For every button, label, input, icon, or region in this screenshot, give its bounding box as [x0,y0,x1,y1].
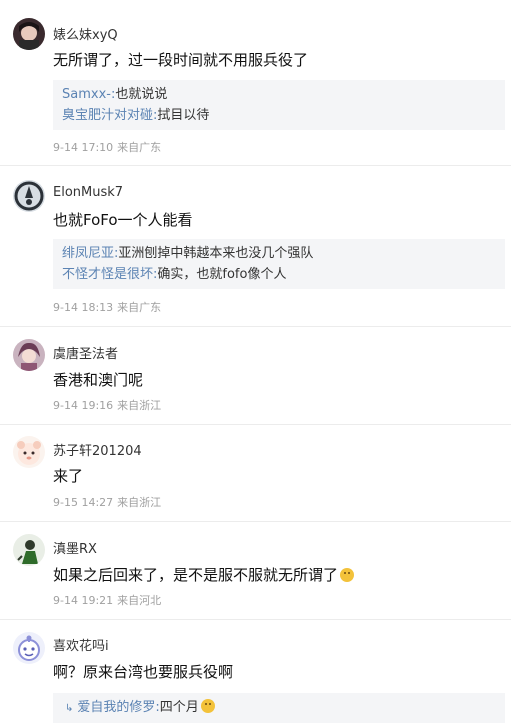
comment-meta: 9-14 17:10 来自广东 [53,139,165,155]
comment-location: 来自浙江 [117,496,162,509]
avatar-person-green-icon [13,534,45,566]
reply-author[interactable]: Samxx- [62,87,111,102]
username[interactable]: ElonMusk7 [53,185,123,200]
reply-author[interactable]: 绯凤尼亚 [62,246,114,261]
reply-text: 四个月 [159,700,199,715]
comment-meta: 9-15 14:27 来自浙江 [53,494,165,510]
avatar[interactable] [13,180,45,212]
divider [0,326,511,327]
username[interactable]: 苏子轩201204 [53,440,142,459]
comment-meta: 9-14 18:13 来自广东 [53,299,165,315]
comment-date: 9-14 17:10 [53,141,114,154]
comment-text-body: 如果之后回来了，是不是服不服就无所谓了 [53,566,339,584]
divider [0,521,511,522]
reply-list[interactable]: ↳ 爱自我的修罗:四个月 [53,693,505,723]
comment-date: 9-14 19:21 [53,594,114,607]
avatar-anime-girl-icon [13,339,45,371]
comment-text: 来了 [53,467,84,485]
username[interactable]: 婊么妹xyQ [53,24,118,43]
comment-date: 9-15 14:27 [53,496,114,509]
avatar[interactable] [13,18,45,50]
comment-text: 无所谓了，过一段时间就不用服兵役了 [53,51,309,69]
reply-text: 也就说说 [115,87,168,102]
reply-arrow-icon: ↳ [65,703,74,714]
reply-item[interactable]: 臭宝肥汁对对碰:拭目以待 [62,105,505,126]
reply-author[interactable]: 臭宝肥汁对对碰 [62,108,153,123]
avatar-person-icon [13,180,45,212]
username[interactable]: 滇墨RX [53,538,97,557]
comment-date: 9-14 19:16 [53,399,114,412]
comment-location: 来自浙江 [117,399,162,412]
grin-emoji-icon [340,568,355,582]
username[interactable]: 喜欢花吗i [53,635,109,654]
avatar-cute-animal-icon [13,436,45,468]
avatar[interactable] [13,436,45,468]
comment-text: 也就FoFo一个人能看 [53,211,193,229]
reply-text: 拭目以待 [157,108,210,123]
reply-list[interactable]: 绯凤尼亚:亚洲刨掉中韩越本来也没几个强队 不怪才怪是很坏:确实，也就fofo像个… [53,239,505,289]
divider [0,619,511,620]
comment-text: 啊？原来台湾也要服兵役啊 [53,663,234,681]
comment-meta: 9-14 19:16 来自浙江 [53,397,165,413]
comment-date: 9-14 18:13 [53,301,114,314]
username[interactable]: 虞唐圣法者 [53,343,118,362]
reply-item[interactable]: Samxx-:也就说说 [62,84,505,105]
comment-location: 来自广东 [117,301,162,314]
reply-author[interactable]: 不怪才怪是很坏 [62,267,153,282]
avatar[interactable] [13,339,45,371]
comment-text: 香港和澳门呢 [53,371,144,389]
comment-text: 如果之后回来了，是不是服不服就无所谓了 [53,564,355,585]
divider [0,424,511,425]
laugh-emoji-icon [200,699,215,713]
reply-item[interactable]: 不怪才怪是很坏:确实，也就fofo像个人 [62,264,505,285]
reply-item[interactable]: 绯凤尼亚:亚洲刨掉中韩越本来也没几个强队 [62,243,505,264]
comment-location: 来自河北 [117,594,162,607]
reply-item[interactable]: ↳ 爱自我的修罗:四个月 [65,697,505,719]
reply-text: 确实，也就fofo像个人 [157,267,287,282]
avatar[interactable] [13,632,45,664]
reply-text: 亚洲刨掉中韩越本来也没几个强队 [118,246,314,261]
avatar-dark-hair-girl-icon [13,18,45,50]
reply-author[interactable]: 爱自我的修罗 [77,700,155,715]
avatar[interactable] [13,534,45,566]
avatar-robot-cartoon-icon [13,632,45,664]
comment-meta: 9-14 19:21 来自河北 [53,592,165,608]
reply-list[interactable]: Samxx-:也就说说 臭宝肥汁对对碰:拭目以待 [53,80,505,130]
comment-location: 来自广东 [117,141,162,154]
divider [0,165,511,166]
